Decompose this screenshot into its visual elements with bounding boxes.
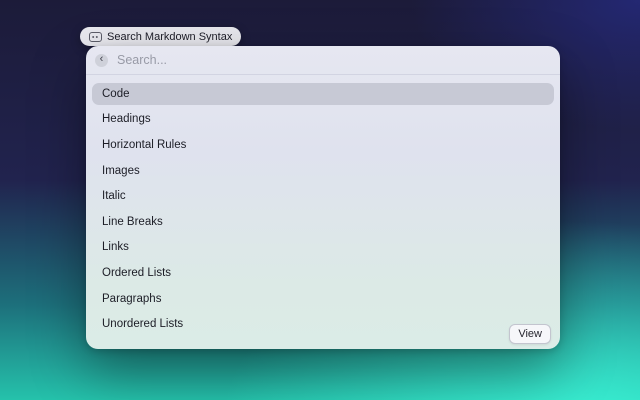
- list-item[interactable]: Headings: [92, 109, 554, 131]
- list-item[interactable]: Horizontal Rules: [92, 134, 554, 156]
- list-item[interactable]: Links: [92, 237, 554, 259]
- list-item[interactable]: Paragraphs: [92, 288, 554, 310]
- list-item[interactable]: Line Breaks: [92, 211, 554, 233]
- search-divider: [86, 74, 560, 75]
- chevron-left-icon: ‹: [100, 54, 104, 65]
- list-item[interactable]: Ordered Lists: [92, 262, 554, 284]
- list-item[interactable]: Unordered Lists: [92, 313, 554, 335]
- back-button[interactable]: ‹: [95, 54, 108, 67]
- search-bar: ‹: [86, 46, 560, 74]
- view-button[interactable]: View: [509, 324, 551, 344]
- list-item[interactable]: Images: [92, 160, 554, 182]
- list-item[interactable]: Italic: [92, 185, 554, 207]
- search-input[interactable]: [117, 53, 560, 67]
- search-panel: ‹ Code Headings Horizontal Rules Images …: [86, 46, 560, 349]
- results-list: Code Headings Horizontal Rules Images It…: [86, 81, 560, 339]
- command-tooltip-label: Search Markdown Syntax: [107, 31, 232, 43]
- list-item[interactable]: Code: [92, 83, 554, 105]
- command-tooltip: Search Markdown Syntax: [80, 27, 241, 46]
- menubar-hotkey-icon: [89, 32, 102, 42]
- view-button-label: View: [518, 328, 542, 340]
